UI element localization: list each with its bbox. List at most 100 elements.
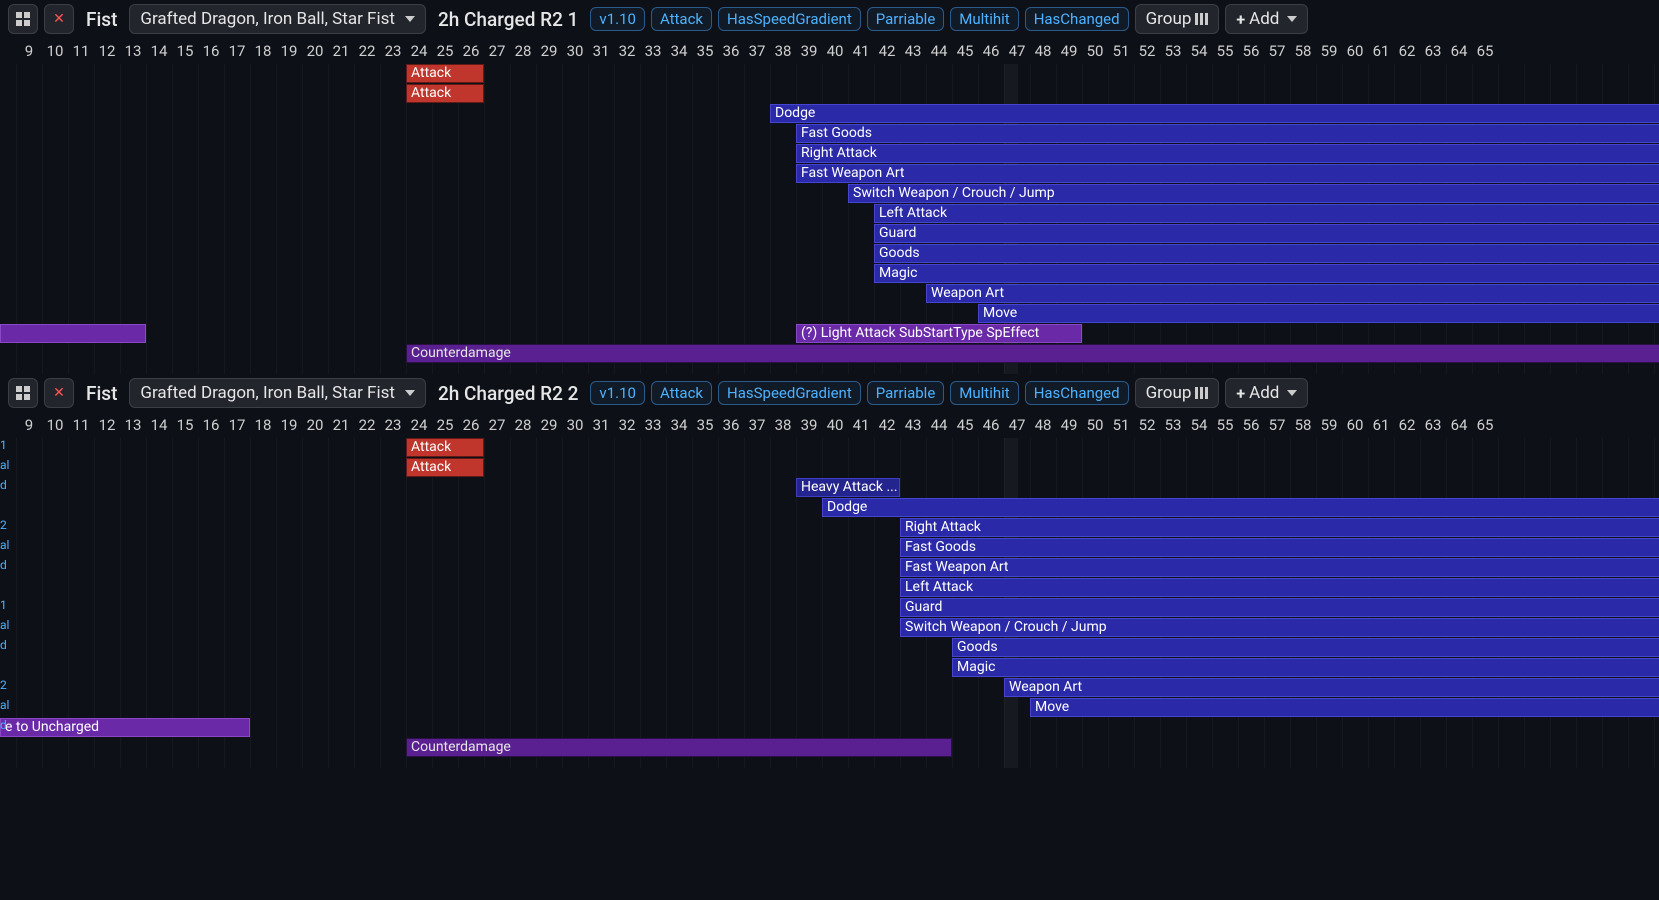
tag[interactable]: Parriable (867, 381, 945, 405)
ruler-tick: 29 (536, 42, 562, 60)
collapse-button[interactable] (8, 4, 38, 34)
ruler-tick: 47 (1004, 416, 1030, 434)
timeline-bar[interactable] (0, 324, 146, 343)
ruler-tick: 41 (848, 42, 874, 60)
side-label: al (0, 618, 9, 632)
ruler-tick: 64 (1446, 416, 1472, 434)
side-label: 2 (0, 518, 7, 532)
timeline-area[interactable]: Attack Attack Heavy Attack ...DodgeRight A… (0, 438, 1659, 768)
ruler-tick: 30 (562, 42, 588, 60)
tag[interactable]: HasChanged (1025, 381, 1129, 405)
timeline-bar[interactable]: Guard (900, 598, 1659, 617)
timeline-bar[interactable]: Switch Weapon / Crouch / Jump (900, 618, 1659, 637)
timeline-bar[interactable]: Fast Weapon Art (900, 558, 1659, 577)
timeline-bar-label: Counterdamage (411, 345, 511, 361)
weapon-dropdown[interactable]: Grafted Dragon, Iron Ball, Star Fist (129, 378, 426, 408)
timeline-bar-label: Left Attack (879, 205, 947, 221)
timeline-bar-label: Attack (411, 459, 451, 475)
tag[interactable]: Attack (651, 381, 712, 405)
timeline-bar[interactable]: (?) Light Attack SubStartType SpEffect (796, 324, 1082, 343)
timeline-bar[interactable]: Dodge (822, 498, 1659, 517)
ruler-tick: 50 (1082, 416, 1108, 434)
timeline-bar[interactable]: Move (1030, 698, 1659, 717)
timeline-bar[interactable]: Counterdamage (406, 738, 952, 757)
ruler-tick: 37 (744, 42, 770, 60)
timeline-bar[interactable]: Switch Weapon / Crouch / Jump (848, 184, 1659, 203)
timeline-bar[interactable]: e to Uncharged (0, 718, 250, 737)
timeline-bar[interactable]: Counterdamage (406, 344, 1659, 363)
timeline-bar[interactable]: Goods (874, 244, 1659, 263)
ruler-tick: 21 (328, 42, 354, 60)
timeline-bar[interactable]: Dodge (770, 104, 1659, 123)
add-button[interactable]: +Add (1225, 4, 1308, 34)
group-button[interactable]: Group (1135, 378, 1220, 408)
timeline-area[interactable]: AttackAttack DodgeFast GoodsRight AttackF… (0, 64, 1659, 374)
timeline-bar[interactable]: Fast Weapon Art (796, 164, 1659, 183)
ruler-tick: 53 (1160, 42, 1186, 60)
timeline-bar[interactable]: Magic (952, 658, 1659, 677)
timeline-bar[interactable]: Left Attack (874, 204, 1659, 223)
ruler-tick: 18 (250, 42, 276, 60)
ruler-tick: 10 (42, 42, 68, 60)
ruler-tick: 31 (588, 42, 614, 60)
timeline-bar[interactable]: Weapon Art (926, 284, 1659, 303)
group-button[interactable]: Group (1135, 4, 1220, 34)
timeline-bar[interactable]: Attack (406, 64, 484, 83)
toolbar: ✕FistGrafted Dragon, Iron Ball, Star Fis… (0, 0, 1659, 38)
ruler-tick: 36 (718, 416, 744, 434)
timeline-bar-label: Magic (957, 659, 995, 675)
timeline-bar[interactable]: Attack (406, 84, 484, 103)
add-button-label: Add (1249, 383, 1279, 403)
tag[interactable]: Parriable (867, 7, 945, 31)
ruler-tick: 28 (510, 416, 536, 434)
timeline-bar[interactable]: Attack (406, 438, 484, 457)
ruler-tick: 42 (874, 42, 900, 60)
timeline-bar-label: (?) Light Attack SubStartType SpEffect (801, 325, 1039, 341)
tag[interactable]: v1.10 (590, 7, 645, 31)
ruler-tick: 46 (978, 42, 1004, 60)
timeline-bar-label: Attack (411, 439, 451, 455)
ruler-tick: 26 (458, 416, 484, 434)
add-button[interactable]: +Add (1225, 378, 1308, 408)
tag[interactable]: v1.10 (590, 381, 645, 405)
timeline-bar[interactable]: Heavy Attack ... (796, 478, 900, 497)
weapon-dropdown-label: Grafted Dragon, Iron Ball, Star Fist (140, 9, 395, 29)
ruler-tick: 38 (770, 416, 796, 434)
tag[interactable]: Multihit (950, 381, 1018, 405)
tag[interactable]: HasChanged (1025, 7, 1129, 31)
ruler-tick: 48 (1030, 416, 1056, 434)
ruler-tick: 22 (354, 416, 380, 434)
timeline-bar[interactable]: Attack (406, 458, 484, 477)
timeline-bar[interactable]: Guard (874, 224, 1659, 243)
close-button[interactable]: ✕ (44, 4, 74, 34)
ruler-tick: 25 (432, 416, 458, 434)
ruler-tick: 37 (744, 416, 770, 434)
ruler-tick: 9 (16, 416, 42, 434)
timeline-bar[interactable]: Left Attack (900, 578, 1659, 597)
timeline-bar[interactable]: Right Attack (796, 144, 1659, 163)
timeline-bar[interactable]: Fast Goods (796, 124, 1659, 143)
timeline-bar-label: Goods (879, 245, 920, 261)
tag[interactable]: HasSpeedGradient (718, 381, 861, 405)
timeline-bar[interactable]: Weapon Art (1004, 678, 1659, 697)
collapse-button[interactable] (8, 378, 38, 408)
timeline-bar[interactable]: Right Attack (900, 518, 1659, 537)
tag[interactable]: Multihit (950, 7, 1018, 31)
weapon-dropdown[interactable]: Grafted Dragon, Iron Ball, Star Fist (129, 4, 426, 34)
timeline-bar[interactable]: Goods (952, 638, 1659, 657)
ruler-tick: 54 (1186, 416, 1212, 434)
timeline-bar[interactable]: Magic (874, 264, 1659, 283)
timeline-bar-label: Fast Goods (905, 539, 976, 555)
ruler-tick: 55 (1212, 42, 1238, 60)
timeline-bar-label: Fast Weapon Art (905, 559, 1009, 575)
close-button[interactable]: ✕ (44, 378, 74, 408)
timeline-bar[interactable]: Fast Goods (900, 538, 1659, 557)
timeline-bar[interactable]: Move (978, 304, 1659, 323)
timeline-bar-label: Guard (905, 599, 942, 615)
ruler-tick: 65 (1472, 42, 1498, 60)
ruler-tick: 36 (718, 42, 744, 60)
side-label: d (0, 558, 7, 572)
ruler-tick: 10 (42, 416, 68, 434)
tag[interactable]: Attack (651, 7, 712, 31)
tag[interactable]: HasSpeedGradient (718, 7, 861, 31)
